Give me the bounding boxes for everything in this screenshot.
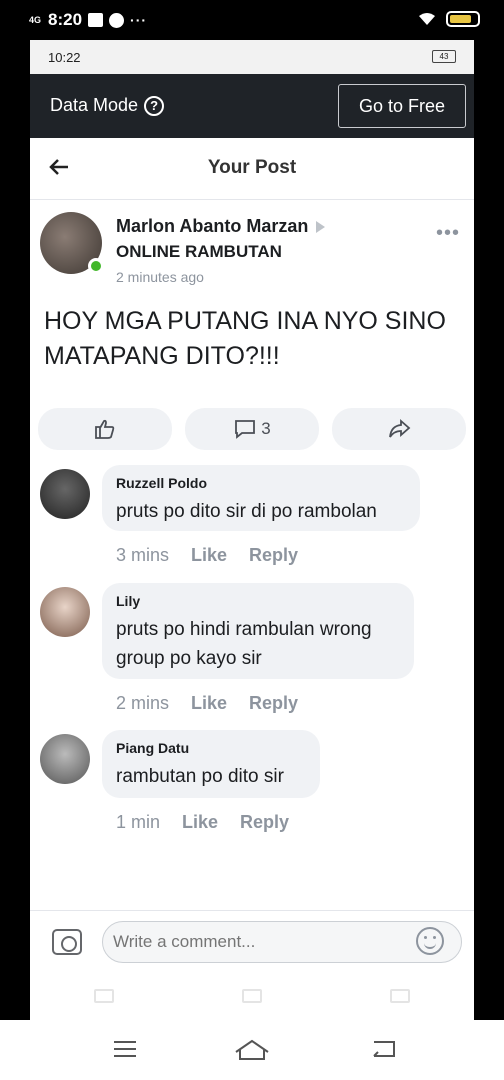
comment-button[interactable]: 3 (185, 408, 319, 450)
wifi-icon (419, 13, 435, 25)
network-indicator: 4G (28, 14, 41, 25)
comment-input[interactable] (102, 921, 462, 963)
data-mode-text: Data Mode (50, 95, 139, 115)
app-screen: 10:22 43 Data Mode ? Go to Free Your Pos… (30, 40, 474, 1020)
inner-menu-icon[interactable] (94, 989, 114, 1003)
comment-text: rambutan po dito sir (116, 766, 284, 787)
comment-time[interactable]: 1 min (116, 812, 160, 833)
post-body: HOY MGA PUTANG INA NYO SINO MATAPANG DIT… (44, 307, 446, 370)
back-icon[interactable] (370, 1038, 398, 1060)
comment-bubble[interactable]: Lily pruts po hindi rambulan wrong group… (102, 583, 414, 679)
page-title: Your Post (207, 157, 297, 178)
inner-home-icon[interactable] (242, 989, 262, 1003)
commenter-name[interactable]: Ruzzell Poldo (116, 475, 406, 491)
comment-composer (30, 910, 474, 972)
comment-count: 3 (261, 419, 271, 438)
go-to-free-button[interactable]: Go to Free (338, 84, 466, 128)
comment-bubble[interactable]: Ruzzell Poldo pruts po dito sir di po ra… (102, 465, 420, 531)
more-options-icon[interactable]: ••• (436, 222, 460, 245)
comment-meta: 3 mins Like Reply (116, 545, 298, 566)
comment-like-link[interactable]: Like (191, 545, 227, 566)
comment-like-link[interactable]: Like (191, 693, 227, 714)
like-button[interactable] (38, 408, 172, 450)
comment-meta: 1 min Like Reply (116, 812, 289, 833)
post-timestamp[interactable]: 2 minutes ago (116, 269, 204, 285)
post-topbar: Your Post (30, 138, 474, 200)
inner-status-bar: 10:22 43 (30, 40, 474, 74)
home-icon[interactable] (234, 1038, 270, 1062)
data-mode-bar: Data Mode ? Go to Free (30, 74, 474, 138)
commenter-name[interactable]: Piang Datu (116, 740, 306, 756)
comment-time[interactable]: 3 mins (116, 545, 169, 566)
comment-like-link[interactable]: Like (182, 812, 218, 833)
phone-clock: 8:20 (48, 10, 83, 29)
comment-bubble[interactable]: Piang Datu rambutan po dito sir (102, 730, 320, 798)
comment-meta: 2 mins Like Reply (116, 693, 298, 714)
data-mode-label[interactable]: Data Mode ? (50, 95, 165, 116)
share-button[interactable] (332, 408, 466, 450)
commenter-avatar[interactable] (40, 587, 90, 637)
post-header: Marlon Abanto Marzan ONLINE RAMBUTAN 2 m… (30, 200, 474, 288)
commenter-avatar[interactable] (40, 469, 90, 519)
menu-icon[interactable] (112, 1038, 138, 1060)
comment-reply-link[interactable]: Reply (249, 545, 298, 566)
comment-time[interactable]: 2 mins (116, 693, 169, 714)
battery-icon (446, 11, 480, 27)
help-icon[interactable]: ? (144, 95, 165, 116)
more-notifications-icon: ··· (130, 12, 148, 28)
comment-reply-link[interactable]: Reply (249, 693, 298, 714)
author-name[interactable]: Marlon Abanto Marzan (116, 216, 326, 237)
online-status-icon (88, 258, 104, 274)
comment-icon (235, 420, 256, 439)
author-name-text: Marlon Abanto Marzan (116, 216, 309, 236)
comment-text: pruts po dito sir di po rambolan (116, 501, 377, 522)
inner-back-icon[interactable] (390, 989, 410, 1003)
comment-text: pruts po hindi rambulan wrong group po k… (116, 619, 372, 669)
mail-notification-icon (88, 13, 104, 27)
app-notification-icon (109, 12, 125, 28)
comment-reply-link[interactable]: Reply (240, 812, 289, 833)
thumbs-up-icon (95, 419, 115, 439)
inner-navigation-bar (30, 972, 474, 1020)
phone-status-bar: 4G 8:20 ··· (0, 0, 504, 40)
share-icon (389, 419, 411, 438)
inner-clock: 10:22 (48, 50, 81, 65)
commenter-avatar[interactable] (40, 734, 90, 784)
commenter-name[interactable]: Lily (116, 593, 400, 609)
system-navigation-bar (0, 1020, 504, 1080)
arrow-right-icon (316, 221, 326, 234)
group-name[interactable]: ONLINE RAMBUTAN (116, 242, 282, 262)
camera-icon[interactable] (52, 929, 82, 955)
inner-battery-icon: 43 (432, 50, 456, 63)
emoji-icon[interactable] (416, 927, 444, 955)
post-actions: 3 (30, 404, 474, 472)
